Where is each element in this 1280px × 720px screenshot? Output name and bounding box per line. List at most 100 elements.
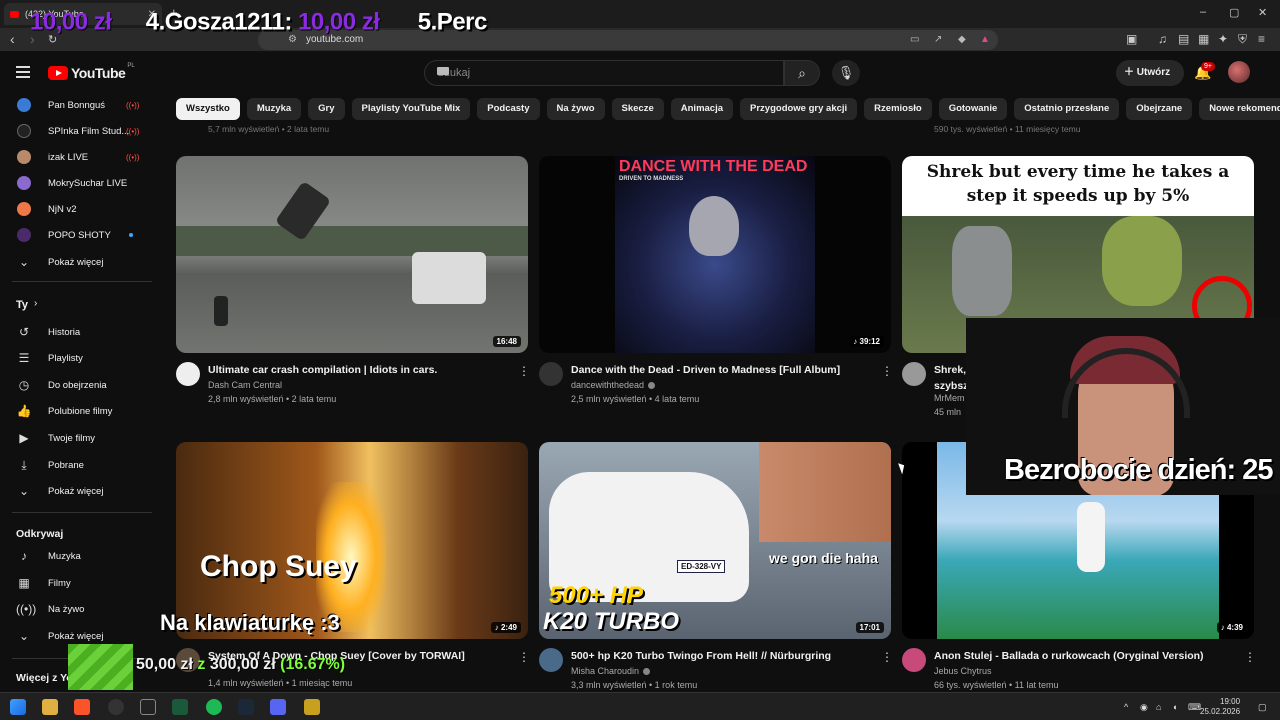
- thumb-figure: [1077, 502, 1105, 572]
- sidebar-item-playlists[interactable]: ☰ Playlisty: [0, 345, 150, 371]
- brave-shield-icon[interactable]: ◆: [958, 34, 966, 45]
- more-options-icon[interactable]: ⋮: [518, 364, 530, 378]
- channel-name[interactable]: Jebus Chytrus: [934, 666, 992, 676]
- sidebar-you-heading[interactable]: Ty ›: [0, 292, 150, 318]
- app-icon[interactable]: [172, 699, 188, 715]
- filter-chip[interactable]: Gry: [308, 98, 345, 120]
- filter-chip[interactable]: Przygodowe gry akcji: [740, 98, 858, 120]
- thumb-shrek: [1102, 216, 1182, 306]
- filter-chip[interactable]: Gotowanie: [938, 98, 1008, 120]
- sidebar-panel-icon[interactable]: ▣: [1126, 32, 1137, 46]
- cast-icon[interactable]: ▭: [910, 34, 919, 45]
- filter-chip[interactable]: Muzyka: [246, 98, 302, 120]
- back-icon[interactable]: ‹: [10, 31, 15, 47]
- sidebar-sub-njn[interactable]: NjN v2: [0, 196, 150, 222]
- more-options-icon[interactable]: ⋮: [1244, 650, 1256, 664]
- notification-center-icon[interactable]: ▢: [1258, 702, 1267, 713]
- video-card[interactable]: 16:48 Ultimate car crash compilation | I…: [176, 156, 530, 404]
- epic-games-icon[interactable]: [140, 699, 156, 715]
- video-card[interactable]: DANCE WITH THE DEAD DRIVEN TO MADNESS ♪ …: [539, 156, 893, 404]
- channel-avatar[interactable]: [902, 648, 926, 672]
- channel-name[interactable]: dancewiththedead: [571, 380, 656, 390]
- music-icon[interactable]: ♫: [1158, 32, 1167, 46]
- sidebar-item-watch-later[interactable]: ◷ Do obejrzenia: [0, 372, 150, 398]
- network-icon[interactable]: ⌂: [1156, 702, 1161, 712]
- window-close-icon[interactable]: ✕: [1258, 6, 1267, 19]
- filter-chip[interactable]: Playlisty YouTube Mix: [351, 98, 471, 120]
- discord-icon[interactable]: [270, 699, 286, 715]
- filter-chip[interactable]: Skecze: [611, 98, 664, 120]
- app-icon-2[interactable]: [304, 699, 320, 715]
- volume-icon[interactable]: ◖: [1172, 702, 1177, 712]
- filter-chip[interactable]: Nowe rekomendacje: [1199, 98, 1280, 120]
- filter-chip[interactable]: Obejrzane: [1126, 98, 1193, 120]
- sidebar-sub-spinka[interactable]: SPInka Film Stud... ((•)): [0, 118, 150, 144]
- tray-app-icon[interactable]: ◉: [1140, 702, 1148, 713]
- rewards-icon[interactable]: ▲: [980, 34, 990, 45]
- channel-avatar[interactable]: [539, 648, 563, 672]
- sidebar-item-music[interactable]: ♪ Muzyka: [0, 543, 150, 569]
- video-thumbnail[interactable]: 16:48: [176, 156, 528, 353]
- minimize-icon[interactable]: –: [1200, 6, 1206, 18]
- divider: [12, 512, 152, 513]
- voice-search-button[interactable]: 🎙: [832, 60, 860, 86]
- channel-avatar[interactable]: [902, 362, 926, 386]
- channel-name[interactable]: MrMem: [934, 393, 965, 403]
- sidebar-sub-pan-bonngus[interactable]: Pan Bonnguś ((•)): [0, 92, 150, 118]
- account-avatar[interactable]: [1228, 61, 1250, 83]
- sidebar-item-history[interactable]: ↺ Historia: [0, 319, 150, 345]
- menu-icon[interactable]: [16, 66, 30, 81]
- video-card[interactable]: ED-328-VY we gon die haha 500+ HP K20 TU…: [539, 442, 893, 690]
- filter-chip[interactable]: Podcasty: [477, 98, 540, 120]
- start-icon[interactable]: [10, 699, 26, 715]
- filter-chip[interactable]: Ostatnio przesłane: [1014, 98, 1120, 120]
- video-title[interactable]: Dance with the Dead - Driven to Madness …: [571, 364, 871, 376]
- sidebar-show-more-subs[interactable]: ⌄ Pokaż więcej: [0, 249, 150, 275]
- sidebar-item-downloads[interactable]: ⤓ Pobrane: [0, 452, 150, 478]
- channel-avatar[interactable]: [176, 362, 200, 386]
- more-options-icon[interactable]: ⋮: [881, 364, 893, 378]
- youtube-logo[interactable]: YouTube PL: [48, 63, 135, 81]
- share-icon[interactable]: ↗: [934, 34, 942, 45]
- system-clock[interactable]: 19:00 25.02.2026: [1200, 697, 1240, 717]
- channel-name[interactable]: Misha Charoudin: [571, 666, 651, 676]
- video-title[interactable]: Anon Stulej - Ballada o rurkowcach (Oryg…: [934, 650, 1234, 662]
- thumbs-up-icon: 👍: [16, 404, 32, 418]
- filter-chip[interactable]: Rzemiosło: [864, 98, 932, 120]
- video-thumbnail[interactable]: ED-328-VY we gon die haha 500+ HP K20 TU…: [539, 442, 891, 639]
- sidebar-item-live[interactable]: ((•)) Na żywo: [0, 596, 150, 622]
- sidebar-item-movies[interactable]: ▦ Filmy: [0, 570, 150, 596]
- sidebar-item-your-videos[interactable]: ▶ Twoje filmy: [0, 425, 150, 451]
- video-thumbnail[interactable]: DANCE WITH THE DEAD DRIVEN TO MADNESS ♪ …: [539, 156, 891, 353]
- filter-chip[interactable]: Na żywo: [546, 98, 605, 120]
- filter-chip[interactable]: Animacja: [670, 98, 734, 120]
- reader-icon[interactable]: ▤: [1178, 32, 1189, 46]
- keyboard-icon[interactable]: [437, 67, 449, 75]
- browser-menu-icon[interactable]: ≡: [1258, 32, 1265, 46]
- tray-chevron-icon[interactable]: ^: [1124, 702, 1128, 712]
- sidebar-sub-izak[interactable]: izak LIVE ((•)): [0, 144, 150, 170]
- obs-icon[interactable]: [108, 699, 124, 715]
- search-button[interactable]: ⌕: [784, 60, 820, 86]
- video-title[interactable]: 500+ hp K20 Turbo Twingo From Hell! // N…: [571, 650, 871, 662]
- video-title[interactable]: Ultimate car crash compilation | Idiots …: [208, 364, 508, 376]
- maximize-icon[interactable]: ▢: [1229, 6, 1239, 19]
- sidebar-item-liked[interactable]: 👍 Polubione filmy: [0, 398, 150, 424]
- search-input[interactable]: Szukaj: [424, 60, 784, 86]
- more-options-icon[interactable]: ⋮: [518, 650, 530, 664]
- sidebar-sub-mokrysuchar[interactable]: MokrySuchar LIVE: [0, 170, 150, 196]
- channel-avatar[interactable]: [539, 362, 563, 386]
- brave-icon[interactable]: [74, 699, 90, 715]
- sidebar-sub-popo-shoty[interactable]: POPO SHOTY: [0, 222, 150, 248]
- ai-icon[interactable]: ✦: [1218, 32, 1228, 46]
- wallet-icon[interactable]: ▦: [1198, 32, 1209, 46]
- vpn-icon[interactable]: ⛨: [1238, 32, 1247, 47]
- file-explorer-icon[interactable]: [42, 699, 58, 715]
- spotify-icon[interactable]: [206, 699, 222, 715]
- sidebar-show-more-you[interactable]: ⌄ Pokaż więcej: [0, 478, 150, 504]
- more-options-icon[interactable]: ⋮: [881, 650, 893, 664]
- steam-icon[interactable]: [238, 699, 254, 715]
- create-button[interactable]: ＋ Utwórz: [1116, 60, 1184, 86]
- filter-chip[interactable]: Wszystko: [176, 98, 240, 120]
- channel-name[interactable]: Dash Cam Central: [208, 380, 282, 390]
